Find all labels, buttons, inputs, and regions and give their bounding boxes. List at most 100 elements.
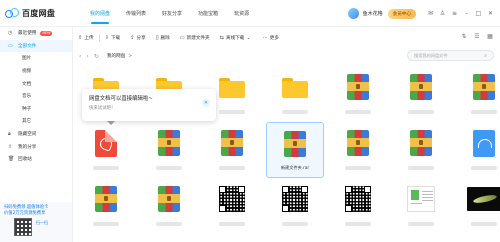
tab-my-drive[interactable]: 我的网盘 — [82, 0, 118, 27]
delete-button[interactable]: ▯ 删除 — [151, 29, 175, 47]
tab-toolbox[interactable]: 功能宝箱 — [190, 0, 226, 27]
main-nav: 我的网盘 传输列表 好友分享 功能宝箱 玩资源 — [82, 0, 257, 27]
trash-icon: 🗑︎ — [8, 156, 15, 163]
grid-view-icon[interactable]: ▦ — [486, 33, 494, 41]
header-right: 鱼木花格 会员中心 ✉ ♙ ≡ – □ ✕ — [347, 0, 494, 27]
file-item[interactable] — [329, 66, 387, 122]
qr-file-icon — [282, 186, 308, 212]
file-item[interactable] — [203, 122, 261, 178]
share-icon: ⇪ — [130, 35, 135, 41]
offline-download-button[interactable]: ⇆ 离线下载 ⌄ — [215, 29, 258, 47]
file-item[interactable] — [455, 178, 500, 234]
file-item[interactable] — [266, 66, 324, 122]
sidebar-item-videos[interactable]: 视频 — [0, 65, 72, 78]
rar-file-icon — [410, 74, 432, 100]
download-button[interactable]: ⇩ 下载 — [100, 29, 126, 47]
minimize-icon[interactable]: – — [463, 10, 470, 17]
tooltip-subtitle: 快来试试吧！ — [89, 106, 116, 111]
qr-file-icon — [345, 186, 371, 212]
file-item[interactable] — [455, 66, 500, 122]
sort-icon[interactable]: ⇅ — [460, 33, 468, 41]
file-item[interactable] — [140, 178, 198, 234]
file-item[interactable] — [77, 122, 135, 178]
app-window: 百度网盘 我的网盘 传输列表 好友分享 功能宝箱 玩资源 鱼木花格 会员中心 ✉… — [0, 0, 500, 242]
file-item[interactable] — [203, 178, 261, 234]
folder-file-icon — [282, 78, 308, 98]
avatar[interactable] — [347, 8, 359, 19]
file-name: 新建文件夹.rar — [280, 165, 310, 170]
shirt-icon[interactable]: ♙ — [439, 10, 446, 17]
tab-transfer-list[interactable]: 传输列表 — [118, 0, 154, 27]
file-item[interactable] — [329, 178, 387, 234]
breadcrumb-root[interactable]: 我的网盘 — [107, 53, 125, 59]
close-icon[interactable]: ✕ — [202, 99, 210, 107]
sidebar-item-all-files[interactable]: ▭ 全部文件 — [0, 39, 72, 53]
sidebar-item-others[interactable]: 其它 — [0, 115, 72, 128]
baidu-cloud-logo-icon — [5, 8, 19, 18]
cloud-file-icon — [473, 130, 495, 157]
search-icon[interactable]: ⌕ — [484, 53, 487, 59]
sidebar-item-torrents[interactable]: 种子 — [0, 103, 72, 116]
sidebar-item-music[interactable]: 音乐 — [0, 90, 72, 103]
file-item[interactable] — [266, 178, 324, 234]
file-name-redacted — [345, 166, 371, 170]
file-name-redacted — [471, 166, 497, 170]
doc-file-icon — [407, 186, 435, 212]
toolbar: ⇧ 上传 ⇩ 下载 ⇪ 分享 ▯ 删除 ▭ 新建文件夹 ⇆ 离线下载 ⌄ ··· 更多 ⇅ ☰ … — [73, 29, 500, 47]
menu-icon[interactable]: ≡ — [451, 10, 458, 17]
rar-file-icon — [284, 131, 306, 157]
rar-file-icon — [158, 130, 180, 156]
sidebar-item-documents[interactable]: 文档 — [0, 77, 72, 90]
file-item[interactable] — [392, 178, 450, 234]
file-name-redacted — [219, 110, 245, 114]
sidebar-item-my-shares[interactable]: ⇪ 我的分享 — [0, 140, 72, 153]
mail-icon[interactable]: ✉ — [427, 10, 434, 17]
tab-friend-share[interactable]: 好友分享 — [154, 0, 190, 27]
trash-icon: ▯ — [155, 35, 159, 41]
file-item[interactable] — [455, 122, 500, 178]
rar-file-icon — [221, 130, 243, 156]
folder-plus-icon: ▭ — [179, 35, 185, 41]
more-button[interactable]: ··· 更多 — [258, 29, 284, 47]
sidebar-item-recent[interactable]: ◷ 最近使用 NEW — [0, 27, 72, 40]
new-folder-button[interactable]: ▭ 新建文件夹 — [175, 29, 215, 47]
share-label: 分享 — [136, 36, 146, 41]
file-name-redacted — [219, 222, 245, 226]
file-name-redacted — [282, 222, 308, 226]
back-icon[interactable]: ‹ — [79, 53, 81, 60]
close-icon[interactable]: ✕ — [487, 10, 494, 17]
file-item[interactable] — [329, 122, 387, 178]
search-input[interactable]: 搜索我的网盘文件 ⌕ — [407, 50, 494, 61]
file-item[interactable] — [392, 122, 450, 178]
folder-icon: ▭ — [8, 42, 13, 49]
download-label: 下载 — [110, 36, 121, 41]
tab-resources[interactable]: 玩资源 — [226, 0, 257, 27]
share-button[interactable]: ⇪ 分享 — [125, 29, 151, 47]
sidebar: ◷ 最近使用 NEW ▭ 全部文件 图片 视频 文档 音乐 种子 其它 🔒︎ 隐… — [0, 27, 73, 242]
promo-banner[interactable]: 扫码免费领 超值体验卡 价值2万元资源免费享 扫一扫 — [0, 202, 72, 242]
logo[interactable]: 百度网盘 — [5, 8, 78, 19]
sidebar-item-label: 全部文件 — [18, 43, 37, 49]
file-name-redacted — [345, 110, 371, 114]
sidebar-item-hidden-space[interactable]: 🔒︎ 隐藏空间 — [0, 128, 72, 141]
sidebar-item-label: 隐藏空间 — [18, 132, 37, 138]
sidebar-item-recycle-bin[interactable]: 🗑︎ 回收站 — [0, 153, 72, 166]
file-item[interactable] — [140, 122, 198, 178]
qr-file-icon — [219, 186, 245, 212]
username[interactable]: 鱼木花格 — [363, 10, 383, 17]
edit-docs-tooltip: 网盘文档可以直接编辑啦~ 快来试试吧！ ✕ — [82, 89, 216, 125]
forward-icon[interactable]: › — [86, 53, 88, 60]
tooltip-title: 网盘文档可以直接编辑啦~ — [89, 96, 153, 102]
vip-center-button[interactable]: 会员中心 — [387, 8, 416, 19]
sidebar-item-images[interactable]: 图片 — [0, 52, 72, 65]
list-view-icon[interactable]: ☰ — [473, 33, 481, 41]
maximize-icon[interactable]: □ — [475, 10, 482, 17]
refresh-icon[interactable]: ↻ — [94, 53, 99, 60]
upload-button[interactable]: ⇧ 上传 — [73, 29, 99, 47]
file-item[interactable] — [392, 66, 450, 122]
file-name-redacted — [408, 110, 434, 114]
file-name-redacted — [408, 222, 434, 226]
file-item[interactable] — [77, 178, 135, 234]
file-item[interactable]: 新建文件夹.rar — [266, 122, 324, 178]
sidebar-item-label: 我的分享 — [18, 144, 37, 150]
